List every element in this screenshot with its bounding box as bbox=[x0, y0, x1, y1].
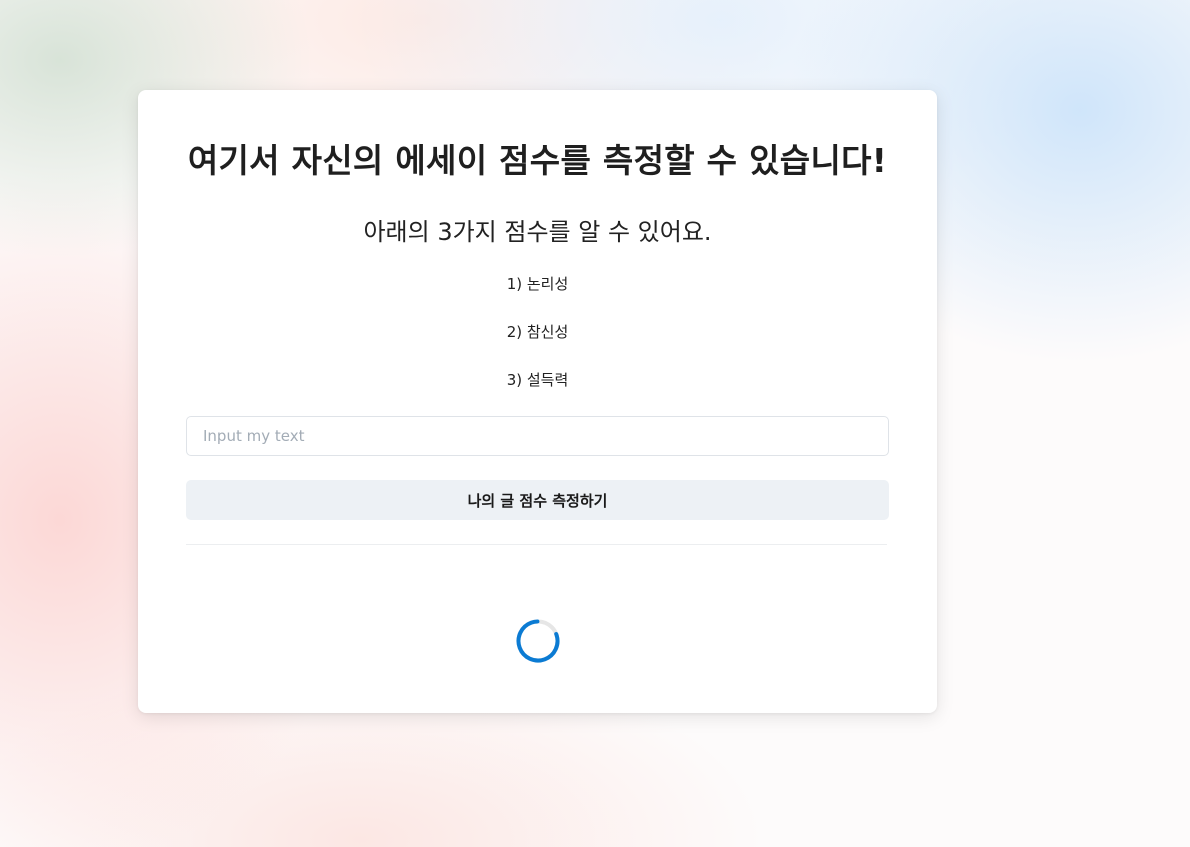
criteria-item-originality: 2) 참신성 bbox=[506, 323, 569, 341]
loading-spinner-icon bbox=[516, 619, 560, 663]
essay-text-input[interactable] bbox=[186, 416, 889, 456]
criteria-item-logic: 1) 논리성 bbox=[506, 275, 569, 293]
page-title: 여기서 자신의 에세이 점수를 측정할 수 있습니다! bbox=[187, 141, 888, 180]
essay-score-card: 여기서 자신의 에세이 점수를 측정할 수 있습니다! 아래의 3가지 점수를 … bbox=[138, 90, 937, 713]
page-subtitle: 아래의 3가지 점수를 알 수 있어요. bbox=[363, 218, 712, 246]
measure-score-button[interactable]: 나의 글 점수 측정하기 bbox=[186, 480, 889, 520]
score-criteria-list: 1) 논리성 2) 참신성 3) 설득력 bbox=[138, 272, 937, 416]
divider bbox=[186, 544, 887, 545]
criteria-item-persuasiveness: 3) 설득력 bbox=[506, 371, 569, 389]
spinner-arc bbox=[516, 619, 560, 663]
